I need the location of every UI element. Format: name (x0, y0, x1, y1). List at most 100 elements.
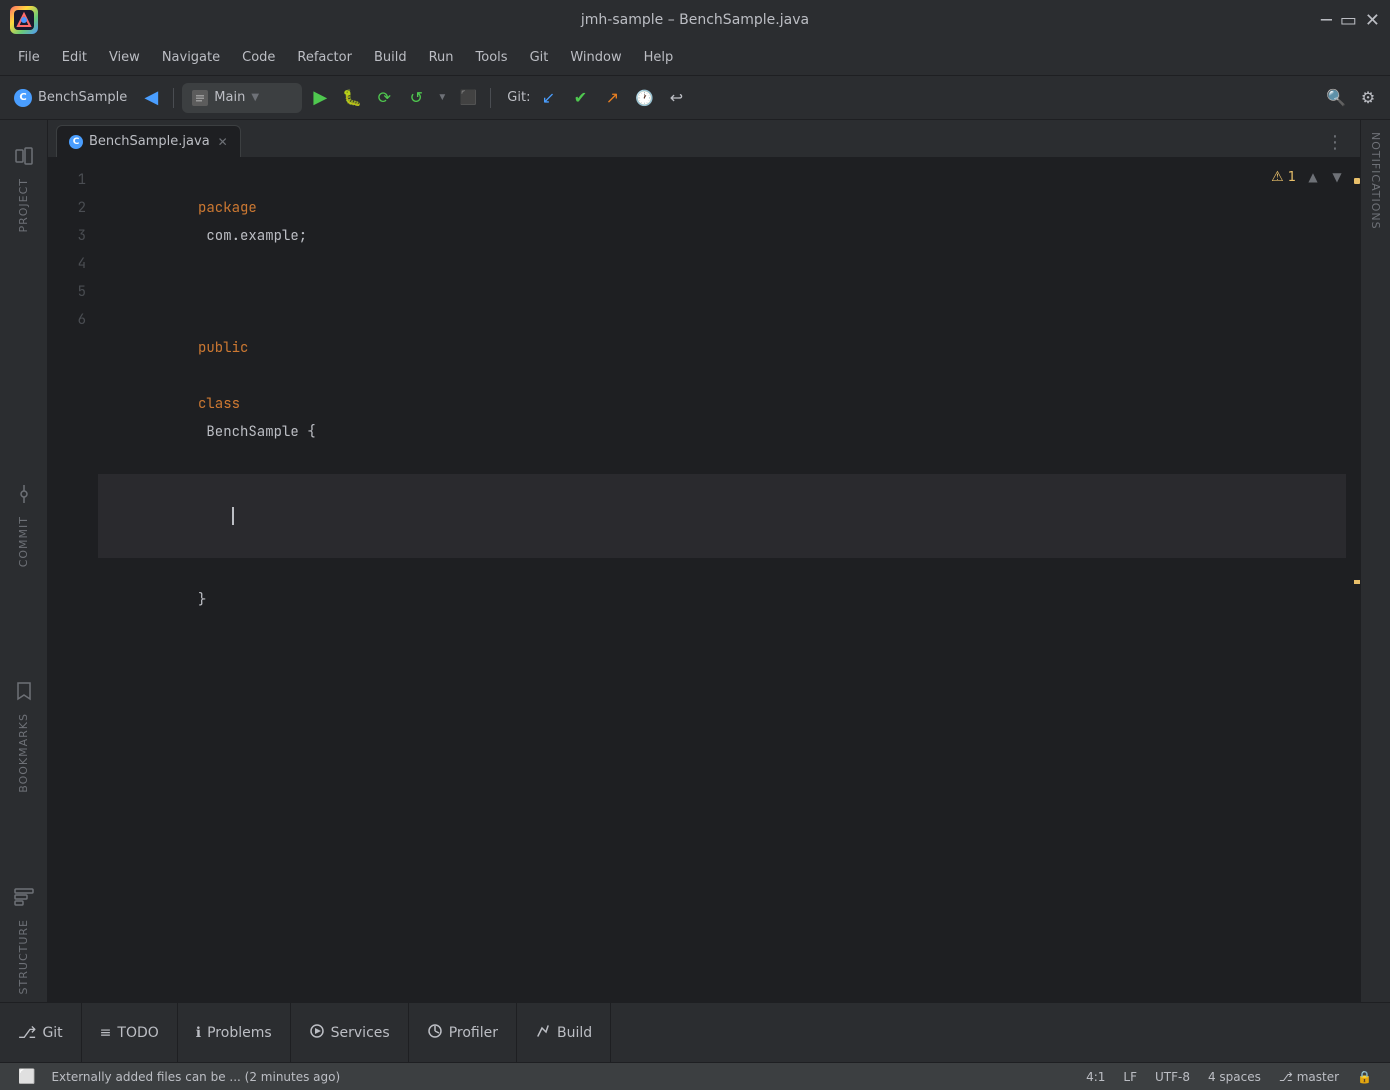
app-logo (10, 6, 38, 34)
commit-label[interactable]: Commit (17, 516, 30, 567)
code-content[interactable]: package com.example; public class BenchS… (98, 158, 1346, 1002)
run-config-icon (192, 90, 208, 106)
menu-build[interactable]: Build (364, 46, 417, 69)
branch-icon: ⎇ (1279, 1070, 1293, 1084)
status-expand-icon: ⬜ (18, 1069, 35, 1085)
status-lock[interactable]: 🔒 (1349, 1068, 1380, 1086)
build-tab-label: Build (557, 1025, 592, 1041)
status-right: 4:1 LF UTF-8 4 spaces ⎇ master 🔒 (1078, 1068, 1380, 1086)
project-selector[interactable]: C BenchSample (8, 87, 133, 109)
line-numbers: 1 2 3 4 5 6 (48, 158, 98, 1002)
branch-name: master (1297, 1070, 1339, 1084)
git-rollback-btn[interactable]: ↩ (662, 84, 690, 112)
status-encoding[interactable]: UTF-8 (1147, 1068, 1198, 1086)
debug-button[interactable]: 🐛 (338, 84, 366, 112)
status-message: Externally added files can be ... (2 min… (43, 1070, 1078, 1084)
structure-label[interactable]: Structure (17, 919, 30, 994)
warning-badge[interactable]: ⚠ 1 (1271, 169, 1296, 185)
menu-view[interactable]: View (99, 46, 150, 69)
sidebar-item-bookmarks[interactable] (4, 671, 44, 711)
bookmarks-label[interactable]: Bookmarks (17, 713, 30, 793)
back-btn[interactable]: ◀ (137, 84, 165, 112)
keyword-class: class (198, 395, 240, 413)
window-controls[interactable]: ─ ▭ ✕ (1321, 10, 1380, 31)
menu-navigate[interactable]: Navigate (152, 46, 230, 69)
stop-button[interactable]: ⬛ (454, 84, 482, 112)
todo-tab-label: TODO (117, 1025, 158, 1041)
code-indent (198, 507, 232, 525)
sidebar-item-commit[interactable] (4, 474, 44, 514)
menu-file[interactable]: File (8, 46, 50, 69)
toolbar-right: 🔍 ⚙ (1322, 84, 1382, 112)
bottom-tab-services[interactable]: Services (291, 1003, 409, 1062)
notifications-label[interactable]: Notifications (1369, 120, 1382, 242)
right-sidebar: Notifications (1360, 120, 1390, 1002)
bottom-tab-profiler[interactable]: Profiler (409, 1003, 517, 1062)
close-btn[interactable]: ✕ (1365, 10, 1380, 31)
window-title: jmh-sample – BenchSample.java (581, 12, 809, 28)
run-button[interactable]: ▶ (306, 84, 334, 112)
status-warning-icon[interactable]: ⬜ (10, 1067, 43, 1087)
bottom-tab-git[interactable]: ⎇ Git (0, 1003, 82, 1062)
code-editor[interactable]: 1 2 3 4 5 6 package com.example; public (48, 158, 1360, 1002)
todo-tab-icon: ≡ (100, 1025, 112, 1041)
git-commit-btn[interactable]: ✔ (566, 84, 594, 112)
tab-more-btn[interactable]: ⋮ (1318, 128, 1352, 157)
menu-window[interactable]: Window (560, 46, 631, 69)
code-line-4 (98, 474, 1346, 558)
settings-btn[interactable]: ⚙ (1354, 84, 1382, 112)
menu-tools[interactable]: Tools (466, 46, 518, 69)
status-branch[interactable]: ⎇ master (1271, 1068, 1347, 1086)
menu-edit[interactable]: Edit (52, 46, 97, 69)
run-dropdown-btn[interactable]: ▼ (434, 84, 450, 112)
code-line-2 (98, 278, 1346, 306)
search-everywhere-btn[interactable]: 🔍 (1322, 84, 1350, 112)
git-push-btn[interactable]: ↙ (534, 84, 562, 112)
menu-help[interactable]: Help (634, 46, 684, 69)
menu-refactor[interactable]: Refactor (287, 46, 362, 69)
cursor-pos-text: 4:1 (1086, 1070, 1105, 1084)
run-config-selector[interactable]: Main ▼ (182, 83, 302, 113)
code-close-brace: } (198, 591, 206, 609)
title-bar: jmh-sample – BenchSample.java ─ ▭ ✕ (0, 0, 1390, 40)
menu-code[interactable]: Code (232, 46, 285, 69)
run-config-label: Main (214, 90, 245, 105)
warning-icon: ⚠ (1271, 169, 1284, 185)
project-label[interactable]: Project (17, 178, 30, 233)
left-sidebar: Project Commit Bookmarks (0, 120, 48, 1002)
tab-file-icon: C (69, 135, 83, 149)
bottom-toolbar: ⎇ Git ≡ TODO ℹ Problems Services Profile… (0, 1002, 1390, 1062)
coverage-button[interactable]: ⟳ (370, 84, 398, 112)
git-history-btn[interactable]: 🕐 (630, 84, 658, 112)
code-line-1: package com.example; (98, 166, 1346, 278)
indent-text: 4 spaces (1208, 1070, 1261, 1084)
tab-bar: C BenchSample.java ✕ ⋮ (48, 120, 1360, 158)
tab-benchsample[interactable]: C BenchSample.java ✕ (56, 125, 241, 157)
editor-area: C BenchSample.java ✕ ⋮ 1 2 3 4 5 6 packa… (48, 120, 1360, 1002)
gutter-warning-mark (1354, 178, 1360, 184)
bottom-tab-build[interactable]: Build (517, 1003, 611, 1062)
menu-git[interactable]: Git (520, 46, 559, 69)
project-icon: C (14, 89, 32, 107)
status-indent[interactable]: 4 spaces (1200, 1068, 1269, 1086)
profiler-tab-label: Profiler (449, 1025, 498, 1041)
status-bar: ⬜ Externally added files can be ... (2 m… (0, 1062, 1390, 1090)
sidebar-item-project[interactable] (4, 136, 44, 176)
services-tab-icon (309, 1023, 325, 1043)
keyword-package: package (198, 199, 257, 217)
bottom-tab-problems[interactable]: ℹ Problems (178, 1003, 291, 1062)
git-fetch-btn[interactable]: ↗ (598, 84, 626, 112)
encoding-text: UTF-8 (1155, 1070, 1190, 1084)
menu-run[interactable]: Run (419, 46, 464, 69)
bottom-tab-todo[interactable]: ≡ TODO (82, 1003, 178, 1062)
problems-tab-label: Problems (207, 1025, 272, 1041)
maximize-btn[interactable]: ▭ (1340, 10, 1357, 31)
status-cursor-pos[interactable]: 4:1 (1078, 1068, 1113, 1086)
sidebar-item-structure[interactable] (4, 877, 44, 917)
minimize-btn[interactable]: ─ (1321, 10, 1332, 31)
status-line-ending[interactable]: LF (1115, 1068, 1145, 1086)
nav-down-btn[interactable]: ▼ (1326, 166, 1348, 188)
profile-button[interactable]: ↺ (402, 84, 430, 112)
tab-close-btn[interactable]: ✕ (218, 135, 228, 149)
nav-up-btn[interactable]: ▲ (1302, 166, 1324, 188)
